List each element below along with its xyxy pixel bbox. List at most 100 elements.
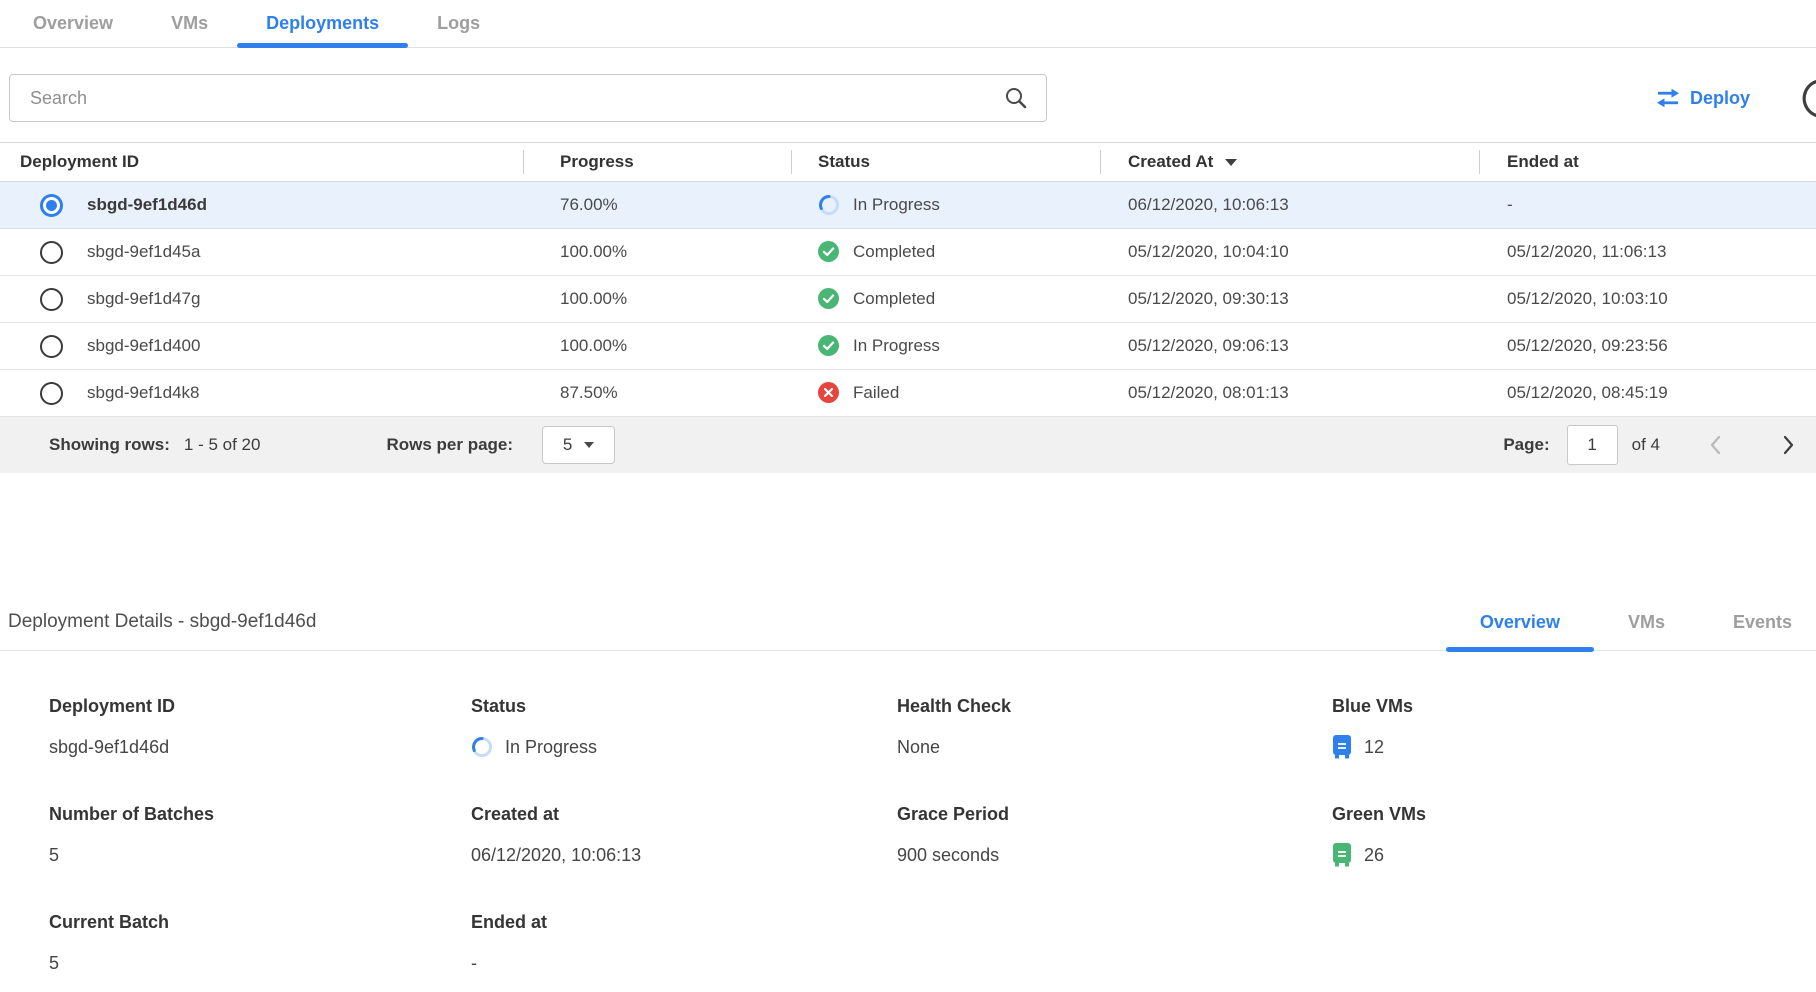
vm-icon (1332, 735, 1352, 759)
vm-icon (1332, 843, 1352, 867)
detail-field-value: - (471, 950, 897, 976)
created-at-value: 05/12/2020, 10:04:10 (1100, 242, 1479, 262)
detail-field-label: Grace Period (897, 804, 1332, 828)
deploy-button-label: Deploy (1690, 88, 1750, 109)
search-icon (1003, 85, 1029, 111)
table-row[interactable]: sbgd-9ef1d400 100.00% In Progress 05/12/… (0, 323, 1816, 370)
in-progress-spinner-icon (471, 736, 493, 758)
detail-field: Current Batch 5 (49, 912, 471, 976)
detail-field: Ended at - (471, 912, 897, 976)
chevron-down-icon (584, 442, 594, 448)
detail-field-value: 06/12/2020, 10:06:13 (471, 842, 897, 868)
main-tab-bar: Overview VMs Deployments Logs (0, 0, 1816, 48)
status-label: Completed (853, 289, 935, 309)
progress-value: 100.00% (523, 242, 791, 262)
details-tab-events[interactable]: Events (1699, 593, 1816, 651)
detail-field-label: Status (471, 696, 897, 720)
toolbar: Deploy (0, 74, 1816, 122)
detail-field: Deployment ID sbgd-9ef1d46d (49, 696, 471, 760)
detail-field-value: 12 (1332, 734, 1816, 760)
table-row[interactable]: sbgd-9ef1d46d 76.00% In Progress 06/12/2… (0, 182, 1816, 229)
status-label: In Progress (853, 195, 940, 215)
created-at-value: 05/12/2020, 09:06:13 (1100, 336, 1479, 356)
created-at-value: 06/12/2020, 10:06:13 (1100, 195, 1479, 215)
progress-value: 100.00% (523, 289, 791, 309)
row-radio-button[interactable] (40, 382, 63, 405)
table-row[interactable]: sbgd-9ef1d45a 100.00% Completed 05/12/20… (0, 229, 1816, 276)
tab-logs[interactable]: Logs (408, 0, 509, 47)
detail-field-label: Health Check (897, 696, 1332, 720)
detail-field: Grace Period 900 seconds (897, 804, 1332, 868)
table-footer: Showing rows: 1 - 5 of 20 Rows per page:… (0, 417, 1816, 473)
details-tab-bar: Overview VMs Events (1446, 593, 1816, 651)
column-header-created-at[interactable]: Created At (1100, 143, 1479, 181)
detail-field-label: Green VMs (1332, 804, 1816, 828)
column-header-label: Progress (560, 152, 634, 172)
details-tab-overview[interactable]: Overview (1446, 593, 1594, 651)
detail-field-value: 900 seconds (897, 842, 1332, 868)
ended-at-value: 05/12/2020, 08:45:19 (1479, 383, 1816, 403)
tab-deployments[interactable]: Deployments (237, 0, 408, 47)
column-header-label: Status (818, 152, 870, 172)
progress-value: 87.50% (523, 383, 791, 403)
column-header-progress[interactable]: Progress (523, 143, 791, 181)
previous-page-button[interactable] (1708, 434, 1724, 456)
detail-field: Status In Progress (471, 696, 897, 760)
ended-at-value: 05/12/2020, 11:06:13 (1479, 242, 1816, 262)
column-header-label: Ended at (1507, 152, 1579, 172)
tab-label: Deployments (266, 13, 379, 34)
table-row[interactable]: sbgd-9ef1d47g 100.00% Completed 05/12/20… (0, 276, 1816, 323)
deployment-id-value: sbgd-9ef1d400 (87, 336, 200, 356)
completed-check-icon (818, 241, 840, 263)
detail-field-label: Current Batch (49, 912, 471, 936)
status-label: In Progress (853, 336, 940, 356)
created-at-value: 05/12/2020, 09:30:13 (1100, 289, 1479, 309)
deployment-id-value: sbgd-9ef1d47g (87, 289, 200, 309)
search-input[interactable] (9, 74, 1047, 122)
row-radio-button[interactable] (40, 194, 63, 217)
sort-desc-icon (1225, 159, 1237, 166)
deployment-id-value: sbgd-9ef1d45a (87, 242, 200, 262)
detail-field-label: Deployment ID (49, 696, 471, 720)
failed-x-icon (818, 382, 840, 404)
deploy-button[interactable]: Deploy (1655, 74, 1750, 122)
column-header-ended-at[interactable]: Ended at (1479, 143, 1816, 181)
status-label: Completed (853, 242, 935, 262)
row-radio-button[interactable] (40, 335, 63, 358)
row-radio-button[interactable] (40, 288, 63, 311)
progress-value: 76.00% (523, 195, 791, 215)
detail-field-value: 26 (1332, 842, 1816, 868)
detail-field-value: 5 (49, 842, 471, 868)
refresh-icon[interactable] (1792, 76, 1816, 120)
detail-field-label: Number of Batches (49, 804, 471, 828)
detail-field-label: Created at (471, 804, 897, 828)
row-radio-button[interactable] (40, 241, 63, 264)
detail-field: Number of Batches 5 (49, 804, 471, 868)
detail-field-value: None (897, 734, 1332, 760)
details-tab-vms[interactable]: VMs (1594, 593, 1699, 651)
page-label: Page: (1503, 435, 1549, 455)
completed-check-icon (818, 288, 840, 310)
ended-at-value: 05/12/2020, 10:03:10 (1479, 289, 1816, 309)
showing-rows-value: 1 - 5 of 20 (184, 435, 261, 455)
detail-field-label: Ended at (471, 912, 897, 936)
rows-per-page-label: Rows per page: (386, 435, 513, 455)
detail-field: Green VMs 26 (1332, 804, 1816, 868)
progress-value: 100.00% (523, 336, 791, 356)
detail-field-value: sbgd-9ef1d46d (49, 734, 471, 760)
tab-vms[interactable]: VMs (142, 0, 237, 47)
rows-per-page-select[interactable]: 5 (542, 426, 615, 464)
detail-field-value: 5 (49, 950, 471, 976)
tab-overview[interactable]: Overview (4, 0, 142, 47)
table-row[interactable]: sbgd-9ef1d4k8 87.50% Failed 05/12/2020, … (0, 370, 1816, 417)
deployment-details-title: Deployment Details - sbgd-9ef1d46d (8, 593, 316, 651)
deployment-id-value: sbgd-9ef1d4k8 (87, 383, 199, 403)
page-input[interactable] (1567, 425, 1618, 465)
detail-field: Created at 06/12/2020, 10:06:13 (471, 804, 897, 868)
detail-field: Health Check None (897, 696, 1332, 760)
column-header-status[interactable]: Status (791, 143, 1100, 181)
column-header-deployment-id[interactable]: Deployment ID (0, 143, 523, 181)
pagination-controls: Page: of 4 (1503, 425, 1796, 465)
next-page-button[interactable] (1780, 434, 1796, 456)
ended-at-value: 05/12/2020, 09:23:56 (1479, 336, 1816, 356)
